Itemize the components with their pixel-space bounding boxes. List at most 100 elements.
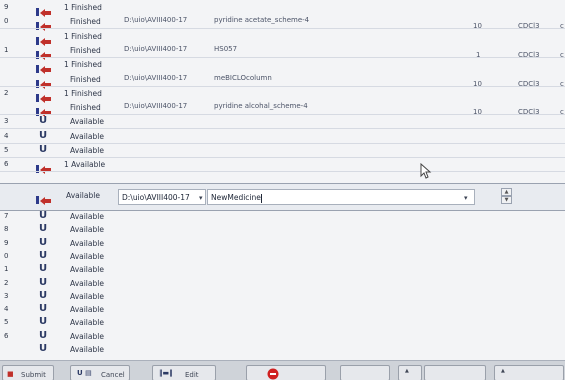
text-cursor xyxy=(260,193,262,203)
directory-select[interactable]: D:\uio\AVIII400-17 ▾ xyxy=(118,189,206,205)
row-status: Available xyxy=(70,132,104,141)
available-status-icon: U xyxy=(39,210,48,221)
row-status: Available xyxy=(70,332,104,341)
submit-icon: ■ xyxy=(7,370,14,378)
directory-value: D:\uio\AVIII400-17 xyxy=(122,193,190,202)
sample-name-value: NewMedicine xyxy=(211,193,261,202)
row-separator xyxy=(0,57,565,58)
sample-name-input[interactable]: NewMedicine ▾ xyxy=(207,189,475,205)
finished-status-icon xyxy=(36,16,54,31)
available-status-icon: U xyxy=(39,343,48,354)
row-status: 1 Finished xyxy=(64,60,102,69)
finished-status-icon xyxy=(36,31,54,46)
row-index: 4 xyxy=(4,305,9,313)
row-separator xyxy=(0,28,565,29)
row-status: Finished xyxy=(70,46,101,55)
row-separator xyxy=(0,86,565,87)
row-index: 3 xyxy=(4,117,9,125)
row-status: 1 Finished xyxy=(64,3,102,12)
row-index: 1 xyxy=(4,46,9,54)
sample-queue-window: 9 1 Finished 0 Finished D:\uio\AVIII400-17 py… xyxy=(0,0,565,380)
row-status: 1 Finished xyxy=(64,32,102,41)
available-status-icon: U xyxy=(39,277,48,288)
row-sample-name: meBICLOcolumn xyxy=(214,74,272,82)
table-row-editing[interactable]: Available D:\uio\AVIII400-17 ▾ NewMedici… xyxy=(0,183,565,211)
row-status: Available xyxy=(70,252,104,261)
row-index: 8 xyxy=(4,225,9,233)
submit-button[interactable]: ■ Submit xyxy=(2,365,54,380)
row-index: 2 xyxy=(4,279,9,287)
row-status: Available xyxy=(70,117,104,126)
mouse-pointer-icon xyxy=(420,163,432,179)
finished-status-icon xyxy=(36,102,54,117)
available-status-icon: U xyxy=(39,237,48,248)
row-separator xyxy=(0,157,565,158)
finished-status-icon xyxy=(36,74,54,89)
row-status: Available xyxy=(70,265,104,274)
footer-spin-2[interactable]: ▲ xyxy=(494,365,564,380)
row-status: Finished xyxy=(70,75,101,84)
row-status: 1 Finished xyxy=(64,89,102,98)
row-status: Available xyxy=(70,279,104,288)
submit-label: Submit xyxy=(21,371,46,379)
edit-button[interactable]: ‖▬‖ Edit xyxy=(152,365,216,380)
row-separator xyxy=(0,143,565,144)
available-status-icon: U xyxy=(39,303,48,314)
finished-status-icon xyxy=(36,59,54,74)
finished-status-icon xyxy=(36,88,54,103)
sample-table: 9 1 Finished 0 Finished D:\uio\AVIII400-17 py… xyxy=(0,0,565,360)
row-index: 5 xyxy=(4,146,9,154)
chevron-down-icon[interactable]: ▾ xyxy=(464,190,468,206)
available-status-icon: U xyxy=(39,330,48,341)
row-separator xyxy=(0,128,565,129)
row-sample-name: pyridine alcohal_scheme-4 xyxy=(214,102,308,110)
row-index: 4 xyxy=(4,132,9,140)
row-status: Available xyxy=(70,345,104,354)
footer-field-2[interactable] xyxy=(424,365,486,380)
row-index: 0 xyxy=(4,252,9,260)
row-index: 9 xyxy=(4,3,9,11)
row-status: Available xyxy=(70,239,104,248)
cancel-button[interactable]: U ▤ Cancel xyxy=(70,365,130,380)
edit-icon: ‖▬‖ xyxy=(159,369,173,377)
row-status: Available xyxy=(70,146,104,155)
row-separator xyxy=(0,114,565,115)
row-directory: D:\uio\AVIII400-17 xyxy=(124,16,188,24)
row-status: Available xyxy=(70,225,104,234)
footer-field-1[interactable] xyxy=(340,365,390,380)
chevron-down-icon[interactable]: ▾ xyxy=(199,190,203,206)
edit-label: Edit xyxy=(185,371,199,379)
row-status: Available xyxy=(66,191,100,200)
spin-up-icon: ▲ xyxy=(501,368,505,374)
row-index: 1 xyxy=(4,265,9,273)
footer-spin-1[interactable]: ▲ xyxy=(398,365,422,380)
row-directory: D:\uio\AVIII400-17 xyxy=(124,102,188,110)
row-index: 9 xyxy=(4,239,9,247)
available-status-icon: U xyxy=(39,130,48,141)
finished-status-icon xyxy=(36,2,54,17)
stop-button[interactable] xyxy=(246,365,326,380)
available-status-icon: U xyxy=(39,223,48,234)
available-status-icon: U xyxy=(39,316,48,327)
finished-status-icon xyxy=(36,159,54,174)
button-bar: ■ Submit U ▤ Cancel ‖▬‖ Edit ▲ ▲ xyxy=(0,360,565,380)
row-index: 3 xyxy=(4,292,9,300)
available-status-icon: U xyxy=(39,115,48,126)
row-status: Available xyxy=(70,292,104,301)
row-index: 0 xyxy=(4,17,9,25)
spin-up-icon[interactable]: ▲ xyxy=(501,188,512,196)
row-status: Available xyxy=(70,318,104,327)
row-separator xyxy=(0,171,565,172)
finished-status-icon xyxy=(36,45,54,60)
row-directory: D:\uio\AVIII400-17 xyxy=(124,45,188,53)
spin-down-icon[interactable]: ▼ xyxy=(501,196,512,204)
row-status: Finished xyxy=(70,17,101,26)
row-index: 2 xyxy=(4,89,9,97)
available-status-icon: U xyxy=(39,250,48,261)
available-status-icon: U xyxy=(39,263,48,274)
available-status-icon: U xyxy=(39,290,48,301)
row-index: 5 xyxy=(4,318,9,326)
finished-status-icon xyxy=(36,190,54,205)
row-status: 1 Available xyxy=(64,160,106,169)
row-sample-name: HS057 xyxy=(214,45,238,53)
